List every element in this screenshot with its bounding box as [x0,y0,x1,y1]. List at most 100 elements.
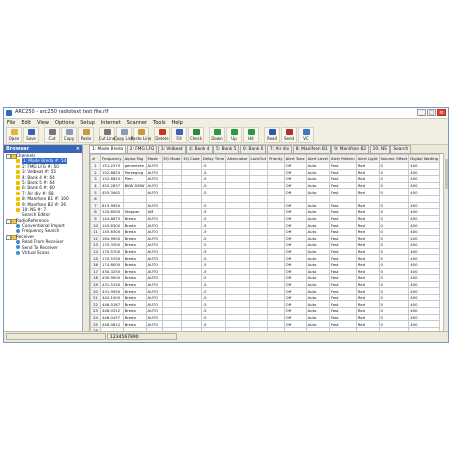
grid-cell[interactable]: Off [283,320,307,328]
tree-item[interactable]: Virtual Scans [4,250,82,255]
grid-cell[interactable]: AUTO [145,274,163,282]
grid-cell[interactable]: Red [355,162,380,170]
grid-cell[interactable]: -5 [200,320,227,328]
grid-cell[interactable] [267,280,285,289]
grid-cell[interactable]: 0 [378,274,410,282]
grid-cell[interactable]: Off [283,162,307,170]
column-header[interactable]: Volume Offset [378,154,410,163]
grid-cell[interactable]: 144.8675 [100,214,124,223]
grid-cell[interactable]: Auto [305,221,330,229]
grid-cell[interactable] [200,194,227,203]
grid-cell[interactable]: 400 [408,254,441,262]
grid-cell[interactable]: 0 [378,168,410,177]
grid-cell[interactable]: 0 [378,287,410,295]
grid-cell[interactable]: Fast [328,162,357,170]
table-row[interactable]: 9 144.8675 Breda AUTO -5 Off Auto Fast Red 0 400 [90,214,441,223]
grid-cell[interactable] [100,194,124,203]
grid-cell[interactable]: 400 [408,247,441,256]
grid-cell[interactable] [181,274,202,282]
maximize-button[interactable]: □ [427,109,436,116]
grid-cell[interactable]: 0 [378,247,410,256]
grid-cell[interactable]: Breda [122,287,147,295]
grid-cell[interactable]: 0 [378,254,410,262]
grid-cell[interactable] [225,300,250,309]
grid-cell[interactable] [122,188,147,196]
grid-cell[interactable]: Red [355,254,380,262]
grid-cell[interactable]: 0 [378,201,410,210]
grid-cell[interactable]: 164.9900 [100,234,124,243]
grid-cell[interactable]: -5 [200,267,227,276]
grid-cell[interactable]: Fast [328,260,357,269]
grid-cell[interactable]: AUTO [145,280,163,289]
column-header[interactable]: Alert Pattern [328,154,357,163]
grid-cell[interactable]: Breda [122,221,147,229]
grid-cell[interactable]: Red [355,307,380,315]
grid-cell[interactable] [225,274,250,282]
grid-cell[interactable]: Breda [122,214,147,223]
grid-cell[interactable]: Red [355,168,380,177]
grid-cell[interactable]: Fast [328,208,357,216]
grid-cell[interactable]: Auto [305,274,330,282]
grid-cell[interactable]: AUTO [145,168,163,177]
grid-cell[interactable] [225,181,250,190]
grid-cell[interactable]: Off [283,267,307,276]
tab-6[interactable]: 6: Bank 6 [239,145,267,153]
grid-cell[interactable]: 400 [408,188,441,196]
grid-cell[interactable]: Fast [328,247,357,256]
grid-cell[interactable]: -5 [200,221,227,229]
column-header[interactable]: Delay Time [200,154,227,163]
grid-cell[interactable] [225,320,250,328]
grid-cell[interactable]: 0 [378,241,410,249]
grid-cell[interactable]: 446.0812 [100,320,124,328]
grid-cell[interactable]: AUTO [145,254,163,262]
grid-cell[interactable]: Red [355,287,380,295]
grid-cell[interactable]: 151.2375 [100,162,124,170]
grid-cell[interactable] [181,300,202,309]
grid-cell[interactable] [248,188,269,196]
tab-2[interactable]: 2: FMG LFG [126,145,158,153]
grid-cell[interactable]: AUTO [145,241,163,249]
grid-cell[interactable]: Fast [328,320,357,328]
grid-cell[interactable]: 0 [378,221,410,229]
tab-9[interactable]: 9: Manifsen B2 [331,145,370,153]
grid-cell[interactable] [225,168,250,177]
grid-cell[interactable]: Red [355,320,380,328]
grid-cell[interactable]: Fast [328,234,357,243]
tab-3[interactable]: 3: Velbeat [157,145,186,153]
grid-cell[interactable]: Off [283,181,307,190]
grid-cell[interactable] [408,194,441,203]
grid-cell[interactable] [267,214,285,223]
grid-cell[interactable]: -5 [200,208,227,216]
grid-cell[interactable] [181,247,202,256]
grid-cell[interactable] [248,247,269,256]
grid-cell[interactable] [181,201,202,210]
grid-cell[interactable]: Auto [305,227,330,236]
tab-4[interactable]: 4: Bank 4 [186,145,213,153]
grid-cell[interactable]: 400 [408,201,441,210]
grid-cell[interactable]: 446.0312 [100,307,124,315]
grid-cell[interactable]: 0 [378,162,410,170]
grid-cell[interactable] [248,234,269,243]
grid-cell[interactable]: 431.9550 [100,287,124,295]
table-row[interactable]: 8 120.6500 Stepper AM -5 Off Auto Fast Red 0 400 [90,208,441,216]
grid-cell[interactable]: AUTO [145,162,163,170]
grid-cell[interactable]: 0 [378,280,410,289]
vertical-scrollbar[interactable] [443,153,448,331]
menu-item-edit[interactable]: Edit [21,119,31,127]
table-row[interactable]: 19 431.5150 Breda AUTO -5 Off Auto Fast Red 0 400 [90,280,441,289]
grid-cell[interactable] [248,168,269,177]
grid-cell[interactable]: Red [355,214,380,223]
grid-cell[interactable] [181,307,202,315]
table-row[interactable]: 7 815.9950 AUTO -5 Off Auto Fast Red 0 400 [90,201,441,210]
column-header[interactable]: Alert Light [355,154,380,163]
grid-cell[interactable]: Fast [328,241,357,249]
table-row[interactable]: 3 152.6625 Pien AUTO -5 Off Auto Fast Red 0 400 [90,175,441,183]
grid-cell[interactable]: Off [283,175,307,183]
grid-cell[interactable]: 400 [408,293,441,302]
grid-cell[interactable] [248,267,269,276]
grid-cell[interactable] [248,300,269,309]
grid-cell[interactable]: Auto [305,267,330,276]
copy-line-button[interactable]: Copy Line [114,127,134,143]
grid-cell[interactable] [248,175,269,183]
grid-cell[interactable] [225,208,250,216]
